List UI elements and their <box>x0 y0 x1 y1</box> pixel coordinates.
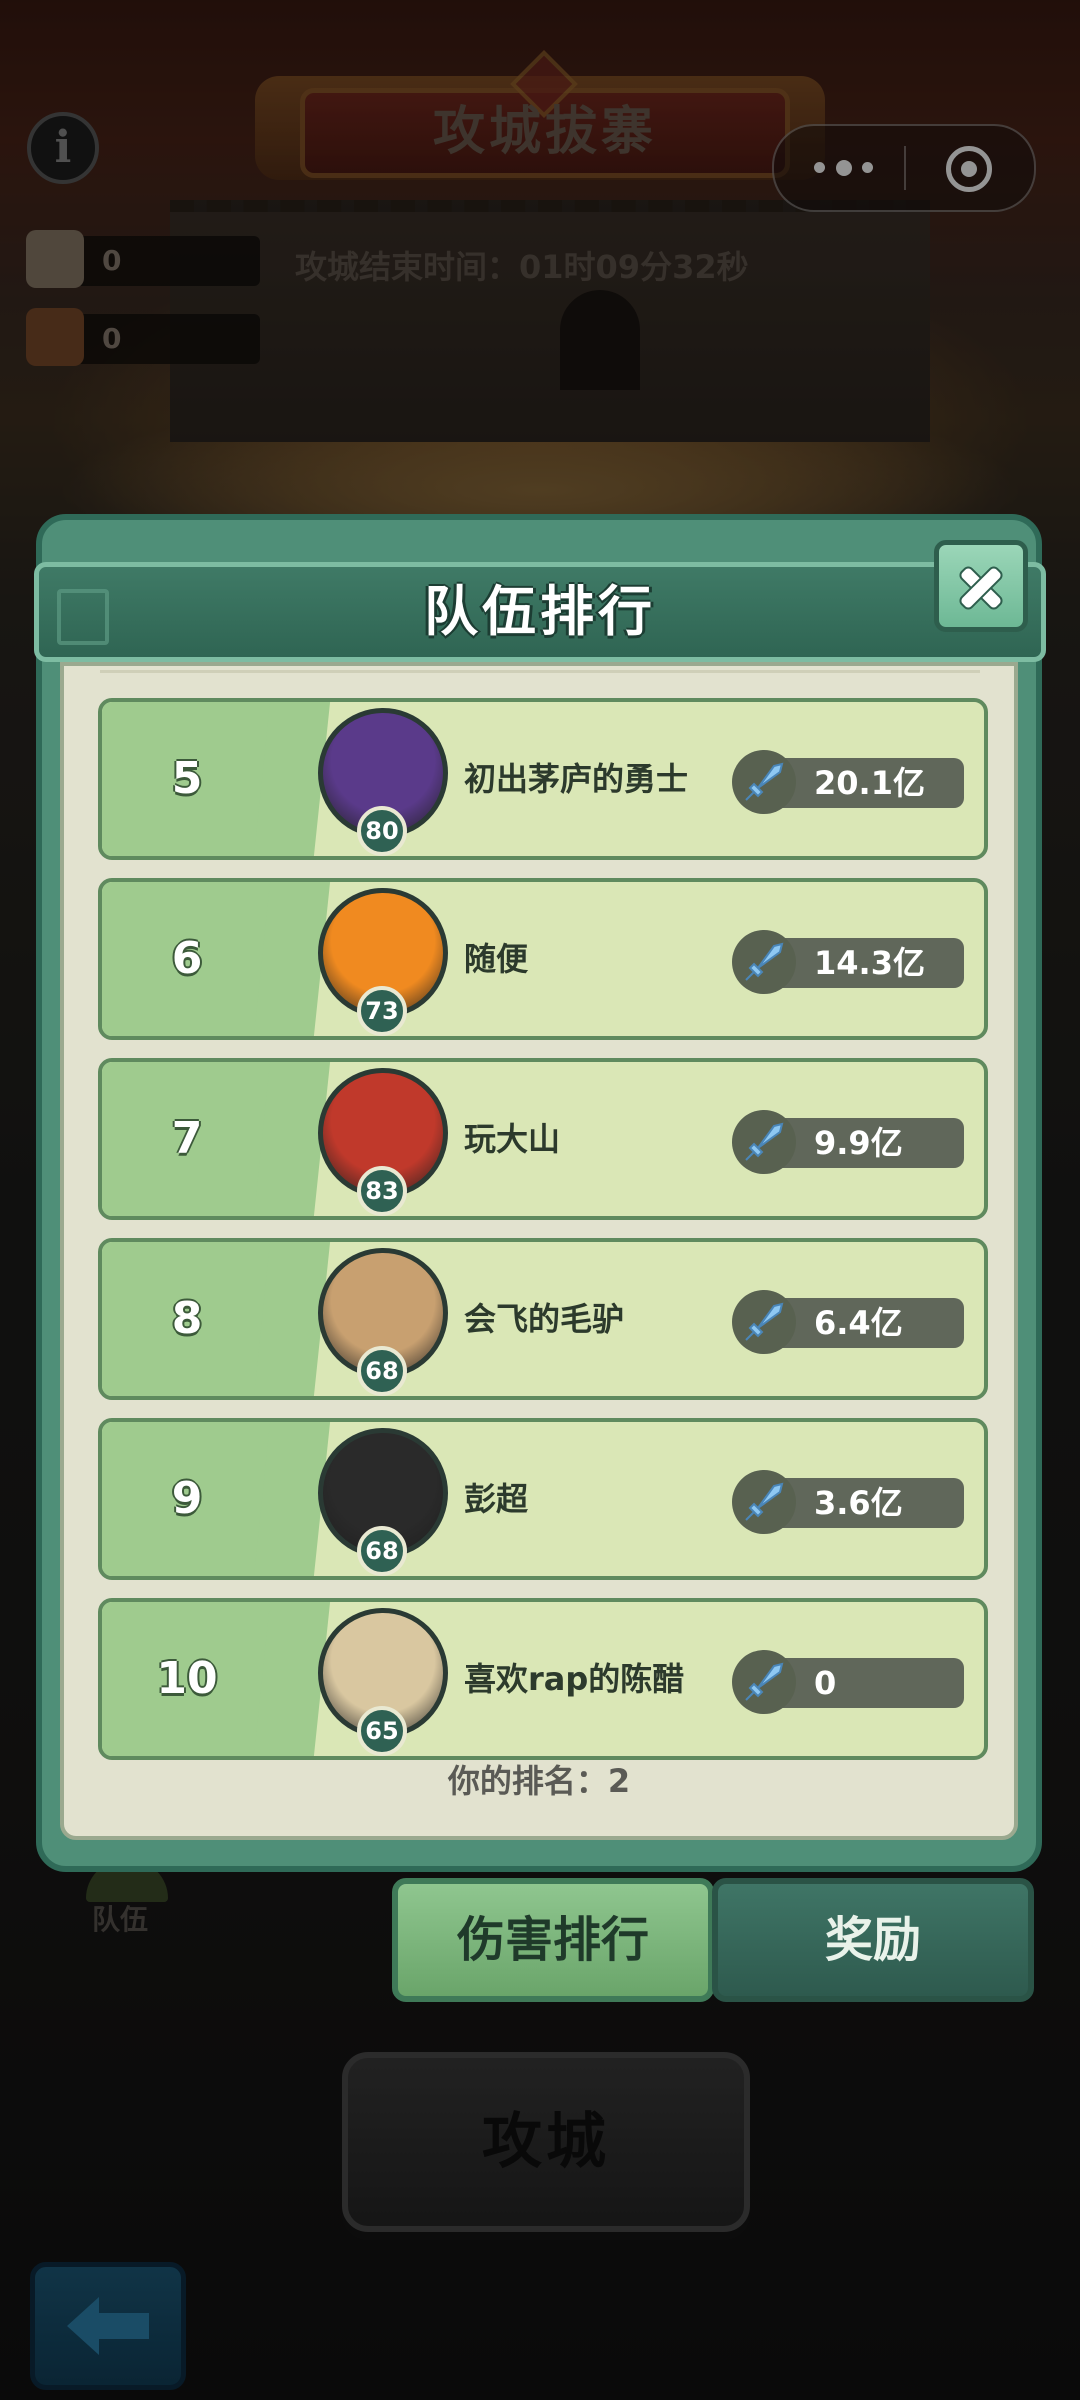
power-value: 0 <box>814 1664 837 1702</box>
power-value: 6.4亿 <box>814 1304 903 1342</box>
level-badge: 65 <box>357 1706 407 1756</box>
sword-icon <box>732 1290 796 1354</box>
level-badge: 73 <box>357 986 407 1036</box>
list-top-divider <box>100 670 980 673</box>
ranking-row[interactable]: 7 83 玩大山 9.9亿 <box>98 1058 988 1220</box>
modal-header: 队伍排行 <box>34 562 1046 662</box>
power-value: 14.3亿 <box>814 944 925 982</box>
player-name: 随便 <box>464 940 529 978</box>
ranking-row[interactable]: 5 80 初出茅庐的勇士 20.1亿 <box>98 698 988 860</box>
level-badge: 80 <box>357 806 407 856</box>
sword-icon <box>732 1650 796 1714</box>
ranking-list[interactable]: 5 80 初出茅庐的勇士 20.1亿 6 73 随便 14.3亿 7 83 玩大山 9.9亿 8 68 会飞… <box>60 662 1018 1840</box>
ranking-row[interactable]: 6 73 随便 14.3亿 <box>98 878 988 1040</box>
player-name: 会飞的毛驴 <box>464 1300 625 1338</box>
rank-number: 5 <box>171 753 203 804</box>
power-value: 3.6亿 <box>814 1484 903 1522</box>
sword-icon <box>732 1110 796 1174</box>
ranking-row[interactable]: 10 65 喜欢rap的陈醋 0 <box>98 1598 988 1760</box>
rank-number: 9 <box>171 1473 203 1524</box>
power-value: 9.9亿 <box>814 1124 903 1162</box>
rank-number: 10 <box>156 1653 218 1704</box>
player-name: 初出茅庐的勇士 <box>464 760 689 798</box>
ranking-row[interactable]: 8 68 会飞的毛驴 6.4亿 <box>98 1238 988 1400</box>
tab-damage-ranking[interactable]: 伤害排行 <box>392 1878 714 2002</box>
level-badge: 68 <box>357 1346 407 1396</box>
rank-number: 7 <box>171 1113 203 1164</box>
sword-icon <box>732 750 796 814</box>
ranking-row[interactable]: 9 68 彭超 3.6亿 <box>98 1418 988 1580</box>
modal-title: 队伍排行 <box>424 580 656 643</box>
level-badge: 83 <box>357 1166 407 1216</box>
level-badge: 68 <box>357 1526 407 1576</box>
my-rank-text: 你的排名：2 <box>447 1762 631 1800</box>
rank-number: 8 <box>171 1293 203 1344</box>
rank-number: 6 <box>171 933 203 984</box>
sword-icon <box>732 1470 796 1534</box>
tab-reward[interactable]: 奖励 <box>712 1878 1034 2002</box>
player-name: 彭超 <box>464 1480 529 1518</box>
team-ranking-modal: 队伍排行 5 80 初出茅庐的勇士 20.1亿 6 73 随便 14.3亿 7 83 玩大山 9.9亿… <box>34 514 1046 1872</box>
sword-icon <box>732 930 796 994</box>
player-name: 喜欢rap的陈醋 <box>464 1660 685 1698</box>
close-button[interactable] <box>934 540 1028 632</box>
player-name: 玩大山 <box>464 1120 561 1158</box>
power-value: 20.1亿 <box>814 764 925 802</box>
